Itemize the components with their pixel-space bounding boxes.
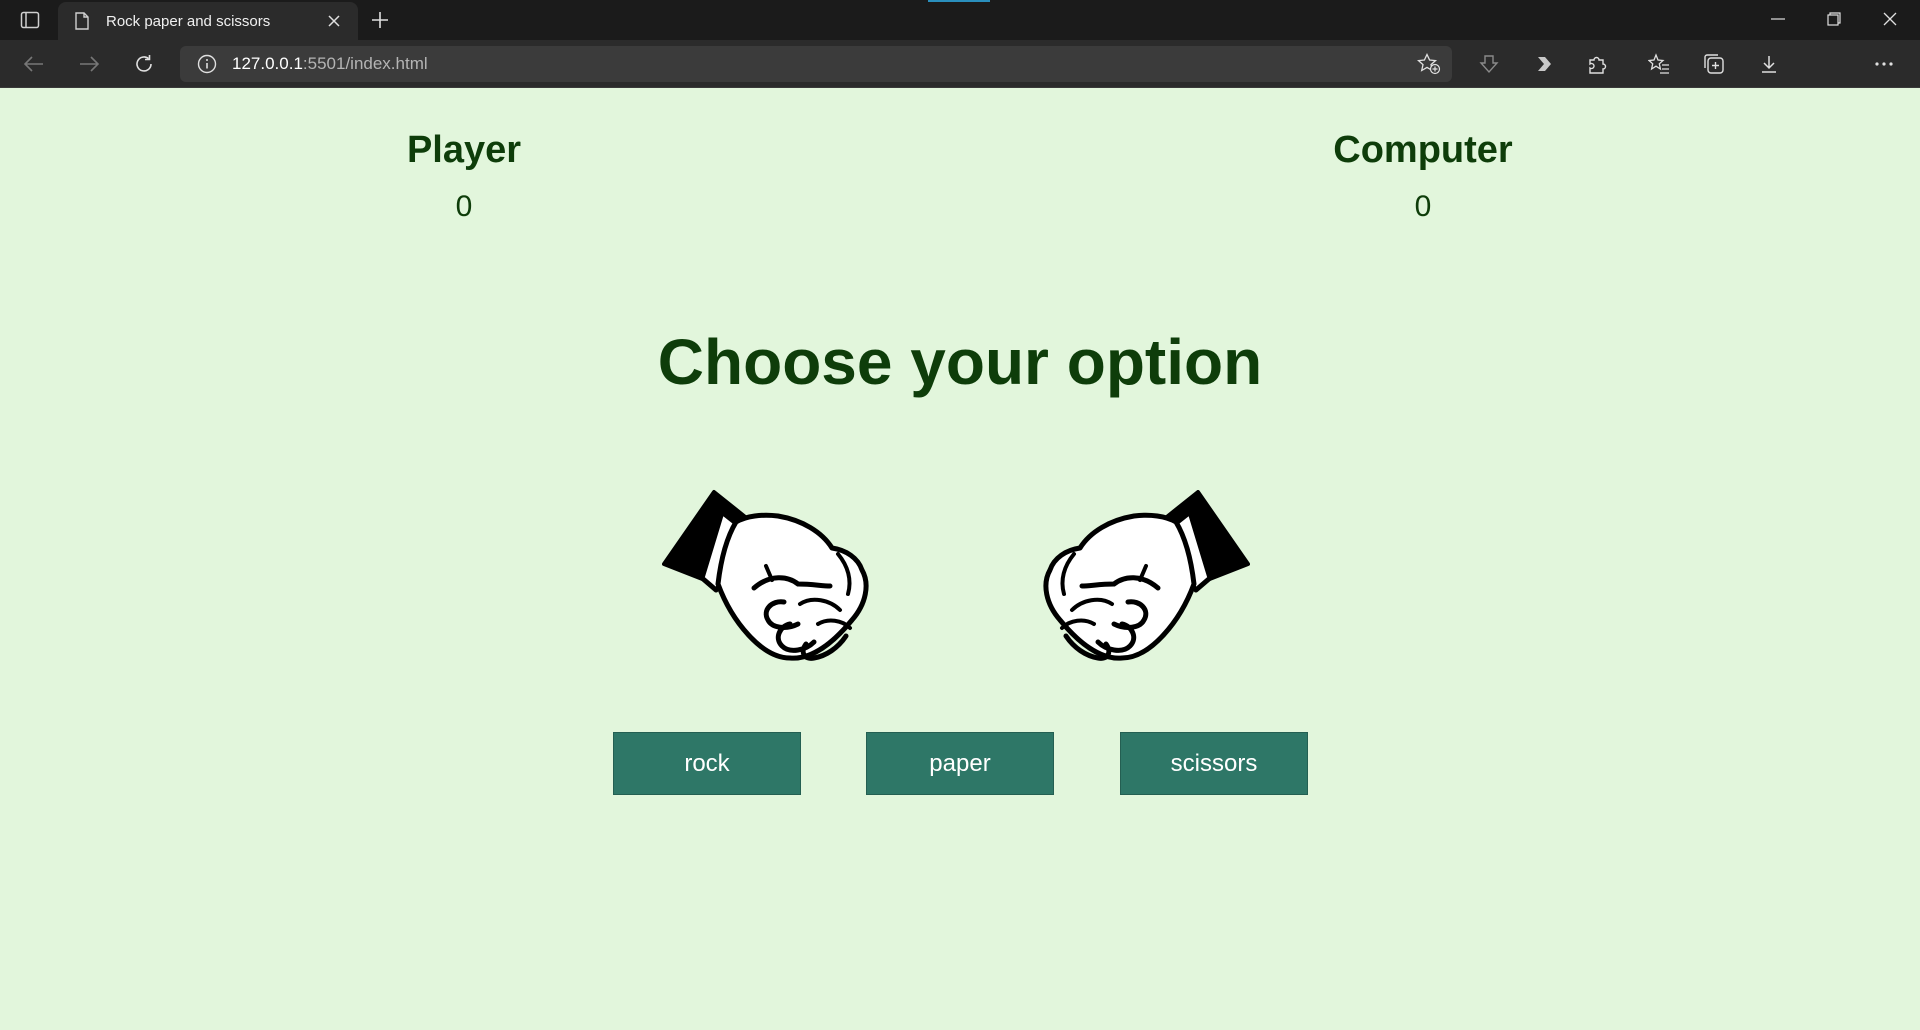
computer-score-panel: Computer 0 (1273, 129, 1573, 224)
browser-tab-bar: Rock paper and scissors (0, 0, 1920, 40)
star-plus-icon[interactable] (1416, 52, 1442, 76)
tab-indicator (928, 0, 990, 2)
game-page: Player 0 Computer 0 Choose your option r… (0, 89, 1920, 1030)
tab-title: Rock paper and scissors (106, 12, 271, 30)
address-bar[interactable]: 127.0.0.1:5501/index.html (180, 46, 1452, 82)
player-score-panel: Player 0 (314, 129, 614, 224)
page-heading: Choose your option (657, 326, 1263, 398)
browser-tab[interactable]: Rock paper and scissors (58, 2, 358, 40)
browser-toolbar: 127.0.0.1:5501/index.html (0, 40, 1920, 119)
minimize-icon[interactable] (1750, 0, 1806, 38)
computer-hand-image (1040, 472, 1250, 662)
player-hand-image (662, 472, 872, 662)
info-icon[interactable] (196, 53, 218, 75)
chevron-forward-icon[interactable] (1526, 48, 1562, 80)
plus-icon[interactable] (366, 7, 394, 33)
download-arrow-icon[interactable] (1471, 48, 1507, 80)
arrow-right-icon[interactable] (71, 48, 107, 80)
computer-label: Computer (1333, 129, 1513, 171)
computer-score: 0 (1414, 190, 1432, 223)
restore-icon[interactable] (1806, 0, 1862, 38)
player-label: Player (406, 129, 522, 171)
favorites-icon[interactable] (1641, 48, 1677, 80)
refresh-icon[interactable] (126, 48, 162, 80)
puzzle-icon[interactable] (1580, 48, 1616, 80)
close-window-icon[interactable] (1862, 0, 1918, 38)
more-icon[interactable] (1866, 48, 1902, 80)
close-icon[interactable] (324, 11, 344, 31)
download-icon[interactable] (1751, 48, 1787, 80)
url-host: 127.0.0.1 (232, 54, 303, 73)
url-path: :5501/index.html (302, 54, 428, 73)
scissors-button[interactable]: scissors (1120, 732, 1308, 795)
arrow-left-icon[interactable] (16, 48, 52, 80)
document-icon (72, 11, 92, 31)
tab-actions-icon[interactable] (16, 8, 44, 32)
paper-button[interactable]: paper (866, 732, 1054, 795)
player-score: 0 (455, 190, 473, 223)
rock-button[interactable]: rock (613, 732, 801, 795)
collections-icon[interactable] (1696, 48, 1732, 80)
